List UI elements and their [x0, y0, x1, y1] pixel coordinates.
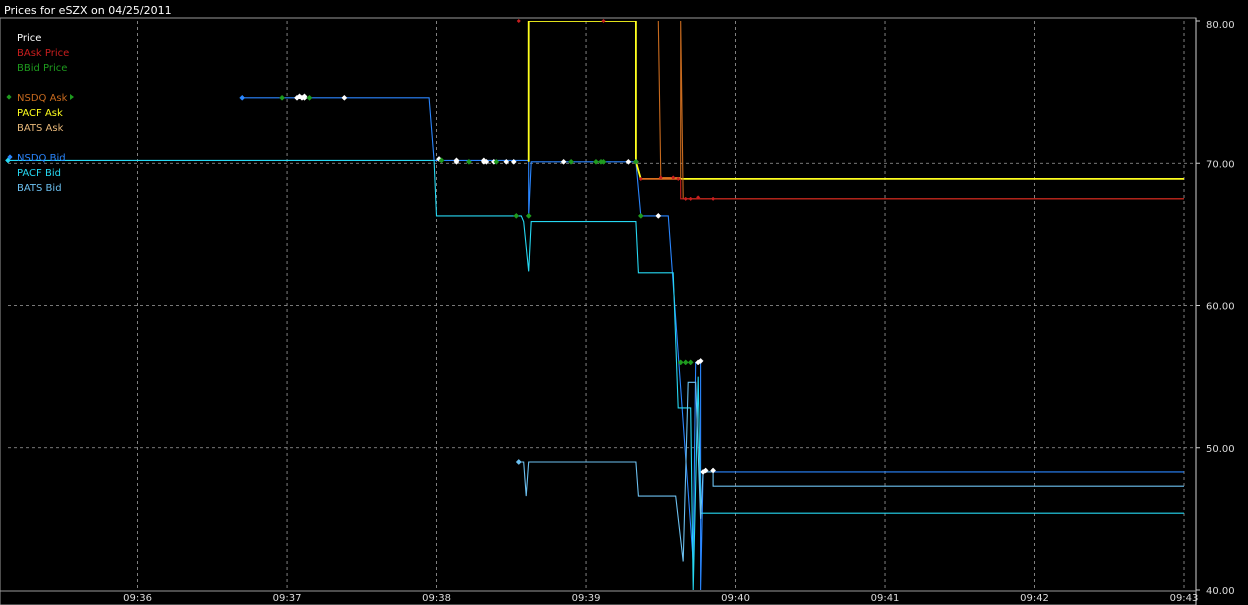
series-line-nsdq-ask: [657, 21, 1184, 200]
marker-bask-price: [516, 18, 521, 24]
legend-entry-bask: BAsk Price: [17, 48, 69, 59]
marker-bask-price: [601, 18, 606, 24]
marker-price: [655, 212, 662, 219]
marker-bats-bid: [515, 459, 522, 465]
legend-entry-bbid: BBid Price: [17, 63, 67, 74]
marker-bbid-price: [637, 212, 644, 219]
marker-bbid-price: [279, 94, 286, 101]
marker-bask-price: [688, 196, 693, 201]
marker-nsdq-bid: [239, 94, 246, 101]
y-tick-label: 50.00: [1206, 444, 1235, 455]
y-tick-label: 40.00: [1206, 586, 1235, 597]
axis-layer: 40.00 50.00 60.00 70.00 80.00 09:36 09:37 09:38…: [0, 17, 1235, 605]
x-tick-label: 09:38: [422, 593, 451, 604]
marker-bask-price: [710, 196, 716, 201]
marker-bbid-price: [682, 359, 689, 366]
x-tick-label: 09:41: [871, 593, 900, 604]
y-tick-label: 70.00: [1206, 159, 1235, 170]
marker-bbid-price: [306, 94, 313, 101]
price-chart-window: Prices for eSZX on 04/25/2011 40.00 50.00…: [0, 0, 1248, 605]
y-tick-label: 80.00: [1206, 20, 1235, 31]
legend-entry-bats-bid: BATS Bid: [17, 183, 62, 194]
x-tick-label: 09:37: [273, 593, 302, 604]
series-line-nsdq-bid: [242, 97, 1184, 591]
marker-bbid-price: [525, 212, 532, 219]
plot-frame: [0, 17, 1197, 605]
marker-layer: [5, 18, 717, 475]
legend-entry-bats-ask: BATS Ask: [17, 123, 64, 134]
x-tick-label: 09:39: [572, 593, 601, 604]
legend-entry-price: Price: [17, 33, 41, 44]
legend-entry-nsdq-ask: NSDQ Ask: [17, 93, 68, 104]
x-tick-label: 09:42: [1020, 593, 1049, 604]
x-tick-label: 09:36: [123, 593, 152, 604]
legend-marker-arrow: [70, 94, 74, 100]
series-line-bask-price: [640, 178, 1184, 200]
series-line-pacf-ask: [527, 21, 1184, 180]
marker-price: [341, 94, 348, 101]
legend: Price BAsk Price BBid Price NSDQ Ask PACF As…: [6, 33, 74, 194]
grid-layer: [8, 21, 1196, 591]
legend-entry-nsdq-bid: NSDQ Bid: [17, 153, 66, 164]
series-line-pacf-bid: [8, 159, 1184, 591]
legend-entry-pacf-ask: PACF Ask: [17, 108, 63, 119]
x-tick-label: 09:40: [721, 593, 750, 604]
marker-bbid-price: [687, 359, 694, 366]
legend-entry-pacf-bid: PACF Bid: [17, 168, 61, 179]
x-tick-label: 09:43: [1170, 593, 1199, 604]
marker-bbid-price: [513, 212, 520, 219]
legend-marker-green: [6, 94, 12, 100]
price-chart[interactable]: 40.00 50.00 60.00 70.00 80.00 09:36 09:37 09:38…: [0, 0, 1248, 605]
marker-bask-price: [683, 196, 688, 201]
y-tick-label: 60.00: [1206, 302, 1235, 313]
